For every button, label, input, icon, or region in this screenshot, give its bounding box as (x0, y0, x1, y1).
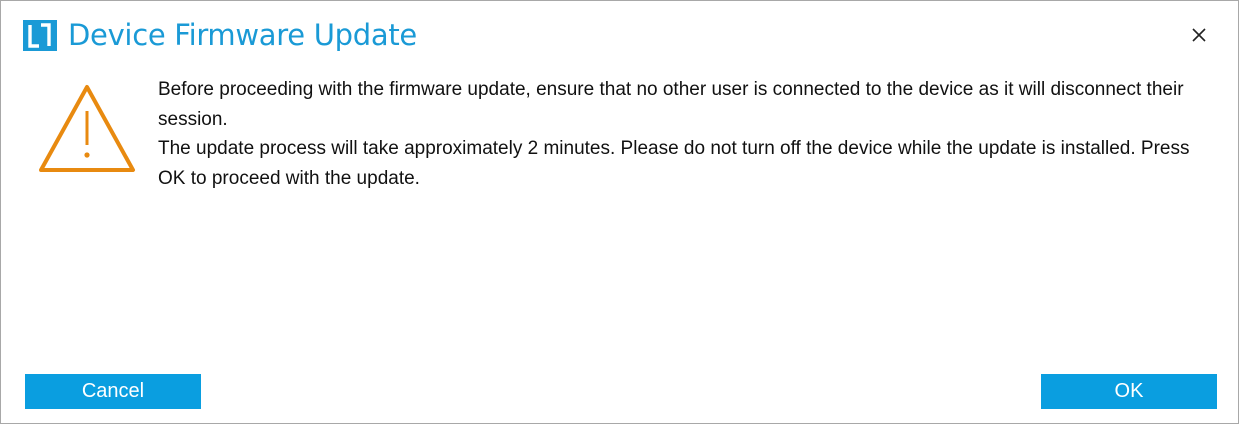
cancel-button[interactable]: Cancel (25, 374, 201, 409)
close-icon (1192, 28, 1206, 42)
dialog-titlebar: Device Firmware Update (1, 1, 1238, 61)
dialog-title: Device Firmware Update (68, 18, 417, 52)
close-button[interactable] (1185, 21, 1213, 49)
ok-button[interactable]: OK (1041, 374, 1217, 409)
dialog-message: Before proceeding with the firmware upda… (158, 75, 1208, 193)
message-line-2: The update process will take approximate… (158, 138, 1190, 189)
l1-logo-icon (23, 20, 57, 51)
warning-triangle-icon (39, 85, 135, 172)
firmware-update-dialog: Device Firmware Update Before proceeding… (0, 0, 1239, 424)
message-line-1: Before proceeding with the firmware upda… (158, 79, 1184, 130)
